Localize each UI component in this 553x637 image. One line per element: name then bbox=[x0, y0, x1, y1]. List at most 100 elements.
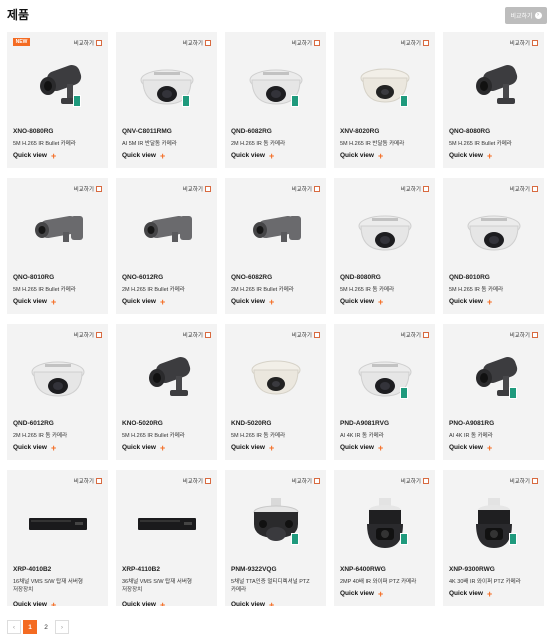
compare-checkbox[interactable] bbox=[96, 332, 102, 338]
compare-toggle[interactable]: 비교하기 bbox=[183, 39, 211, 47]
compare-toggle[interactable]: 비교하기 bbox=[401, 185, 429, 193]
compare-toggle[interactable]: 비교하기 bbox=[183, 477, 211, 485]
quick-view-link[interactable]: Quick view + bbox=[449, 297, 492, 306]
quick-view-link[interactable]: Quick view + bbox=[13, 600, 56, 606]
quick-view-link[interactable]: Quick view + bbox=[231, 151, 274, 160]
bullet-camera-dark-icon[interactable] bbox=[443, 340, 544, 416]
product-card[interactable]: 비교하기 PND-A9081RVG AI 4K IR 돔 카메라 Quick v… bbox=[334, 324, 435, 460]
compare-all-button[interactable]: 비교하기 › bbox=[505, 7, 547, 24]
compare-toggle[interactable]: 비교하기 bbox=[74, 39, 102, 47]
dome-camera-white-icon[interactable] bbox=[334, 194, 435, 270]
compare-checkbox[interactable] bbox=[423, 332, 429, 338]
product-model[interactable]: QNO-6082RG bbox=[231, 274, 272, 281]
dome-camera-white-icon[interactable] bbox=[334, 340, 435, 416]
ptz-camera-dark-icon[interactable] bbox=[334, 486, 435, 562]
compare-checkbox[interactable] bbox=[205, 186, 211, 192]
product-card[interactable]: 비교하기 KND-5020RG 5M H.265 IR 돔 카메라 Quick … bbox=[225, 324, 326, 460]
product-model[interactable]: QND-8080RG bbox=[340, 274, 381, 281]
product-model[interactable]: XNP-9300RWG bbox=[449, 566, 495, 573]
quick-view-link[interactable]: Quick view + bbox=[122, 443, 165, 452]
product-card[interactable]: 비교하기 QND-8080RG 5M H.265 IR 돔 카메라 Quick … bbox=[334, 178, 435, 314]
ptz-camera-dark-icon[interactable] bbox=[443, 486, 544, 562]
product-model[interactable]: XNV-8020RG bbox=[340, 128, 379, 135]
quick-view-link[interactable]: Quick view + bbox=[122, 151, 165, 160]
compare-checkbox[interactable] bbox=[314, 186, 320, 192]
bullet-camera-dark-icon[interactable] bbox=[7, 48, 108, 124]
product-card[interactable]: 비교하기 XNP-6400RWG 2MP 40배 IR 와이퍼 PTZ 카메라 … bbox=[334, 470, 435, 606]
bullet-camera-grey-icon[interactable] bbox=[7, 194, 108, 270]
product-card[interactable]: 비교하기 QND-6082RG 2M H.265 IR 돔 카메라 Quick … bbox=[225, 32, 326, 168]
compare-toggle[interactable]: 비교하기 bbox=[401, 331, 429, 339]
product-card[interactable]: NEW 비교하기 XNO-8080RG 5M H.265 IR Bullet 카… bbox=[7, 32, 108, 168]
bullet-camera-grey-icon[interactable] bbox=[116, 194, 217, 270]
quick-view-link[interactable]: Quick view + bbox=[231, 297, 274, 306]
product-card[interactable]: 비교하기 QND-6012RG 2M H.265 IR 돔 카메라 Quick … bbox=[7, 324, 108, 460]
bullet-camera-grey-icon[interactable] bbox=[225, 194, 326, 270]
compare-toggle[interactable]: 비교하기 bbox=[401, 39, 429, 47]
compare-checkbox[interactable] bbox=[314, 332, 320, 338]
product-card[interactable]: 비교하기 PNO-A9081RG AI 4K IR 돔 카메라 Quick vi… bbox=[443, 324, 544, 460]
compare-checkbox[interactable] bbox=[532, 478, 538, 484]
compare-checkbox[interactable] bbox=[96, 186, 102, 192]
compare-checkbox[interactable] bbox=[423, 186, 429, 192]
product-card[interactable]: 비교하기 XRP-4110B2 36채널 VMS S/W 탑재 서버형 저장장치… bbox=[116, 470, 217, 606]
product-model[interactable]: QNO-8080RG bbox=[449, 128, 490, 135]
compare-toggle[interactable]: 비교하기 bbox=[510, 185, 538, 193]
product-model[interactable]: QND-8010RG bbox=[449, 274, 490, 281]
page-1-button[interactable]: 1 bbox=[23, 620, 37, 634]
product-card[interactable]: 비교하기 QNO-6012RG 2M H.265 IR Bullet 카메라 Q… bbox=[116, 178, 217, 314]
product-card[interactable]: 비교하기 QNO-8080RG 5M H.265 IR Bullet 카메라 Q… bbox=[443, 32, 544, 168]
quick-view-link[interactable]: Quick view + bbox=[449, 151, 492, 160]
compare-toggle[interactable]: 비교하기 bbox=[183, 331, 211, 339]
compare-toggle[interactable]: 비교하기 bbox=[292, 39, 320, 47]
dome-camera-white-icon[interactable] bbox=[116, 48, 217, 124]
quick-view-link[interactable]: Quick view + bbox=[13, 297, 56, 306]
compare-checkbox[interactable] bbox=[314, 40, 320, 46]
compare-toggle[interactable]: 비교하기 bbox=[510, 331, 538, 339]
next-page-button[interactable]: › bbox=[55, 620, 69, 634]
nvr-recorder-icon[interactable] bbox=[116, 486, 217, 562]
product-model[interactable]: QND-6082RG bbox=[231, 128, 272, 135]
product-model[interactable]: PNO-A9081RG bbox=[449, 420, 494, 427]
compare-checkbox[interactable] bbox=[532, 186, 538, 192]
compare-checkbox[interactable] bbox=[423, 40, 429, 46]
product-card[interactable]: 비교하기 XNP-9300RWG 4K 30배 IR 와이퍼 PTZ 카메라 Q… bbox=[443, 470, 544, 606]
compare-checkbox[interactable] bbox=[423, 478, 429, 484]
page-2-button[interactable]: 2 bbox=[39, 620, 53, 634]
quick-view-link[interactable]: Quick view + bbox=[340, 151, 383, 160]
multi-ptz-camera-icon[interactable] bbox=[225, 486, 326, 562]
prev-page-button[interactable]: ‹ bbox=[7, 620, 21, 634]
quick-view-link[interactable]: Quick view + bbox=[13, 443, 56, 452]
product-card[interactable]: 비교하기 XNV-8020RG 5M H.265 IR 반달돔 카메라 Quic… bbox=[334, 32, 435, 168]
quick-view-link[interactable]: Quick view + bbox=[122, 600, 165, 606]
compare-toggle[interactable]: 비교하기 bbox=[74, 477, 102, 485]
bullet-camera-dark-icon[interactable] bbox=[116, 340, 217, 416]
product-model[interactable]: QNO-6012RG bbox=[122, 274, 163, 281]
product-card[interactable]: 비교하기 KNO-5020RG 5M H.265 IR Bullet 카메라 Q… bbox=[116, 324, 217, 460]
compare-toggle[interactable]: 비교하기 bbox=[401, 477, 429, 485]
product-model[interactable]: KND-5020RG bbox=[231, 420, 271, 427]
product-model[interactable]: XRP-4010B2 bbox=[13, 566, 51, 573]
compare-toggle[interactable]: 비교하기 bbox=[292, 331, 320, 339]
bullet-camera-dark-icon[interactable] bbox=[443, 48, 544, 124]
product-model[interactable]: PND-A9081RVG bbox=[340, 420, 389, 427]
product-card[interactable]: 비교하기 XRP-4010B2 16채널 VMS S/W 탑재 서버형 저장장치… bbox=[7, 470, 108, 606]
quick-view-link[interactable]: Quick view + bbox=[340, 297, 383, 306]
quick-view-link[interactable]: Quick view + bbox=[340, 443, 383, 452]
product-card[interactable]: 비교하기 QNO-6082RG 2M H.265 IR Bullet 카메라 Q… bbox=[225, 178, 326, 314]
quick-view-link[interactable]: Quick view + bbox=[122, 297, 165, 306]
compare-checkbox[interactable] bbox=[314, 478, 320, 484]
compare-toggle[interactable]: 비교하기 bbox=[74, 331, 102, 339]
product-model[interactable]: XNO-8080RG bbox=[13, 128, 53, 135]
compare-checkbox[interactable] bbox=[532, 40, 538, 46]
product-model[interactable]: XRP-4110B2 bbox=[122, 566, 160, 573]
compare-checkbox[interactable] bbox=[205, 40, 211, 46]
product-model[interactable]: QNV-C8011RMG bbox=[122, 128, 172, 135]
compare-toggle[interactable]: 비교하기 bbox=[292, 185, 320, 193]
product-model[interactable]: XNP-6400RWG bbox=[340, 566, 386, 573]
product-card[interactable]: 비교하기 QNO-8010RG 5M H.265 IR Bullet 카메라 Q… bbox=[7, 178, 108, 314]
compare-checkbox[interactable] bbox=[532, 332, 538, 338]
dome-camera-white-icon[interactable] bbox=[225, 48, 326, 124]
dome-camera-white-icon[interactable] bbox=[7, 340, 108, 416]
quick-view-link[interactable]: Quick view + bbox=[231, 600, 274, 606]
